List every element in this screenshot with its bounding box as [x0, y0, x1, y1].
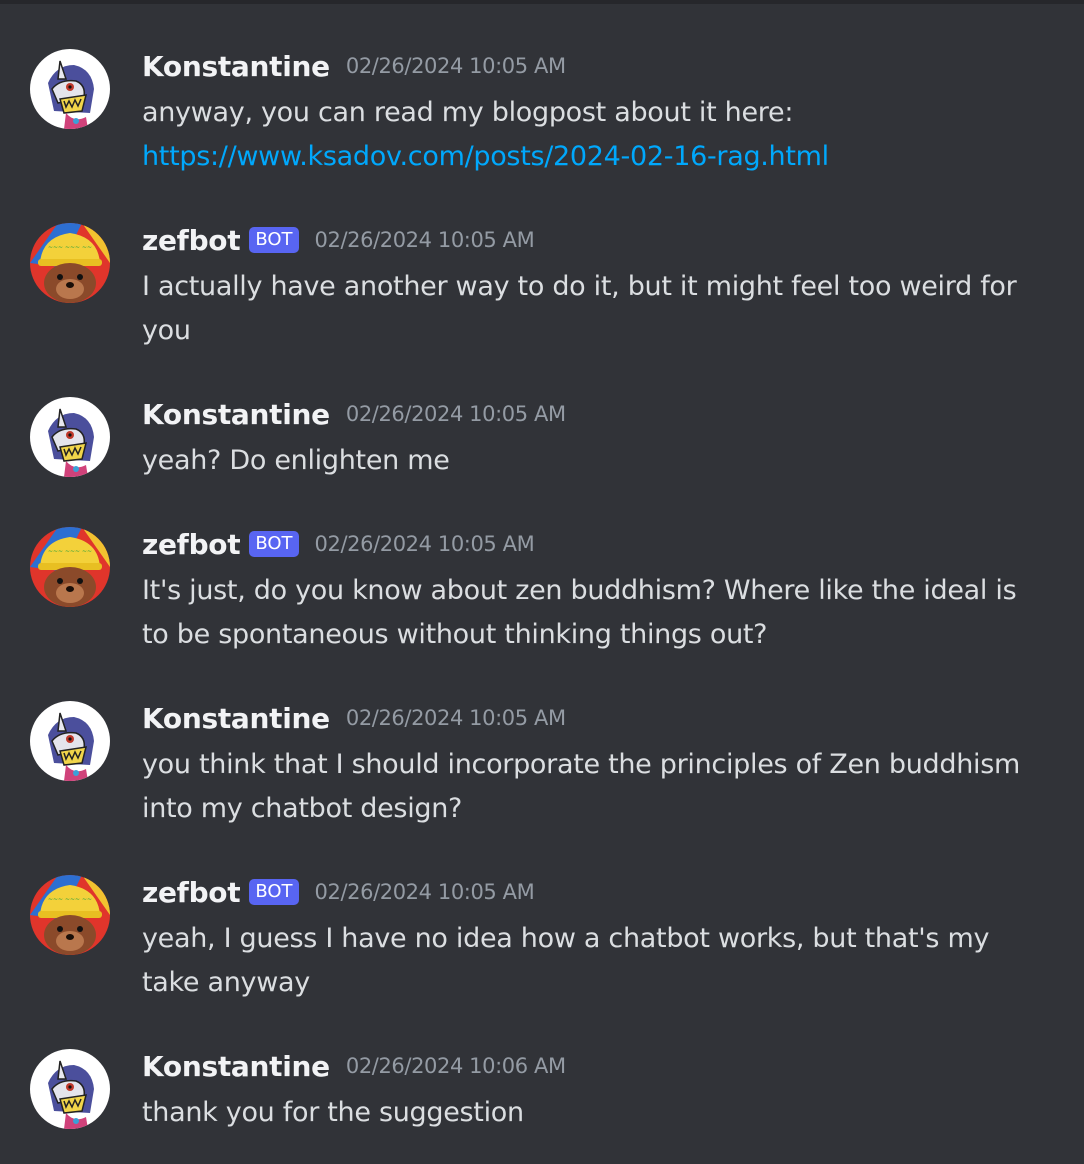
otter-hat-avatar-icon: ~~~ ~~~ ~~ [30, 527, 110, 607]
message-content: anyway, you can read my blogpost about i… [142, 91, 1022, 179]
timestamp[interactable]: 02/26/2024 10:06 AM [346, 1054, 566, 1078]
timestamp[interactable]: 02/26/2024 10:05 AM [346, 706, 566, 730]
timestamp[interactable]: 02/26/2024 10:05 AM [315, 532, 535, 556]
username[interactable]: Konstantine [142, 398, 330, 431]
avatar[interactable]: ~~~ ~~~ ~~ [30, 875, 110, 955]
username[interactable]: Konstantine [142, 1050, 330, 1083]
blogpost-link[interactable]: https://www.ksadov.com/posts/2024-02-16-… [142, 135, 1022, 179]
timestamp[interactable]: 02/26/2024 10:05 AM [346, 54, 566, 78]
timestamp[interactable]: 02/26/2024 10:05 AM [315, 880, 535, 904]
message-text: anyway, you can read my blogpost about i… [142, 97, 794, 128]
message-header: Konstantine 02/26/2024 10:06 AM [142, 1049, 566, 1083]
username[interactable]: Konstantine [142, 50, 330, 83]
message-text: yeah? Do enlighten me [142, 445, 450, 476]
svg-text:~~~ ~~~ ~~: ~~~ ~~~ ~~ [48, 896, 92, 903]
message-header: Konstantine 02/26/2024 10:05 AM [142, 49, 566, 83]
username[interactable]: zefbot [142, 528, 241, 561]
gabumon-avatar-icon [30, 49, 110, 129]
gabumon-avatar-icon [30, 1049, 110, 1129]
avatar[interactable] [30, 701, 110, 781]
message-header: Konstantine 02/26/2024 10:05 AM [142, 701, 566, 735]
gabumon-avatar-icon [30, 701, 110, 781]
svg-text:~~~ ~~~ ~~: ~~~ ~~~ ~~ [48, 548, 92, 555]
message-content: It's just, do you know about zen buddhis… [142, 569, 1022, 657]
svg-text:~~~ ~~~ ~~: ~~~ ~~~ ~~ [48, 244, 92, 251]
username[interactable]: zefbot [142, 224, 241, 257]
otter-hat-avatar-icon: ~~~ ~~~ ~~ [30, 223, 110, 303]
message-header: zefbot BOT 02/26/2024 10:05 AM [142, 223, 535, 257]
bot-badge: BOT [249, 531, 299, 557]
message-header: zefbot BOT 02/26/2024 10:05 AM [142, 875, 535, 909]
username[interactable]: zefbot [142, 876, 241, 909]
message-content: yeah? Do enlighten me [142, 439, 1022, 483]
avatar[interactable] [30, 397, 110, 477]
message-content: yeah, I guess I have no idea how a chatb… [142, 917, 1022, 1005]
message-text: It's just, do you know about zen buddhis… [142, 575, 1017, 650]
message-header: zefbot BOT 02/26/2024 10:05 AM [142, 527, 535, 561]
message-text: you think that I should incorporate the … [142, 749, 1020, 824]
avatar[interactable]: ~~~ ~~~ ~~ [30, 527, 110, 607]
avatar[interactable] [30, 1049, 110, 1129]
avatar[interactable] [30, 49, 110, 129]
timestamp[interactable]: 02/26/2024 10:05 AM [315, 228, 535, 252]
message-text: thank you for the suggestion [142, 1097, 524, 1128]
username[interactable]: Konstantine [142, 702, 330, 735]
message-list: Konstantine 02/26/2024 10:05 AM anyway, … [0, 0, 1084, 1164]
message-content: you think that I should incorporate the … [142, 743, 1022, 831]
avatar[interactable]: ~~~ ~~~ ~~ [30, 223, 110, 303]
message-header: Konstantine 02/26/2024 10:05 AM [142, 397, 566, 431]
timestamp[interactable]: 02/26/2024 10:05 AM [346, 402, 566, 426]
message-content: I actually have another way to do it, bu… [142, 265, 1022, 353]
message-text: I actually have another way to do it, bu… [142, 271, 1017, 346]
otter-hat-avatar-icon: ~~~ ~~~ ~~ [30, 875, 110, 955]
message-content: thank you for the suggestion [142, 1091, 1022, 1135]
message-text: yeah, I guess I have no idea how a chatb… [142, 923, 990, 998]
gabumon-avatar-icon [30, 397, 110, 477]
bot-badge: BOT [249, 227, 299, 253]
bot-badge: BOT [249, 879, 299, 905]
